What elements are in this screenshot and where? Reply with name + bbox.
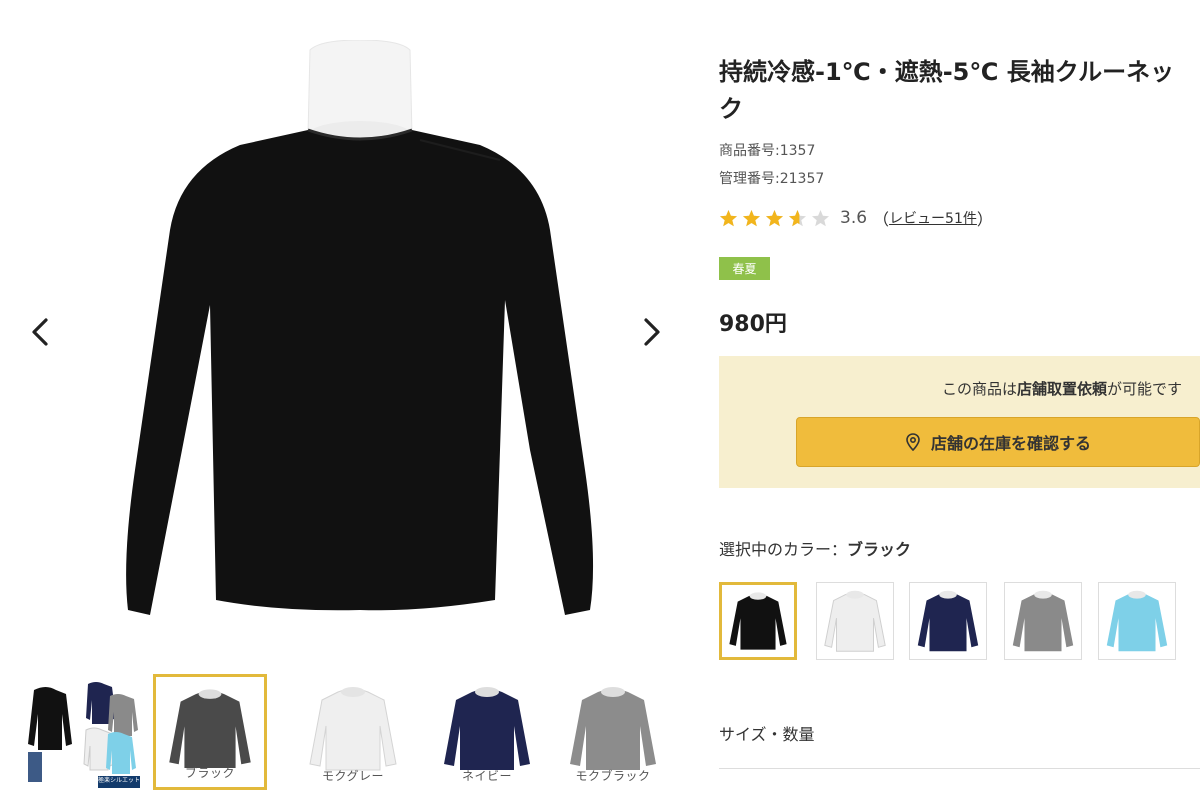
map-pin-icon (906, 433, 920, 451)
main-product-image[interactable] (120, 40, 600, 630)
color-swatches (719, 582, 1200, 662)
swatch-shirt-image (1106, 590, 1168, 652)
selected-color-value: ブラック (847, 540, 912, 559)
thumbnail-label: モクブラック (575, 769, 651, 783)
product-gallery: 極楽シルエット ブラック モクグレー ネイビー モクブラック (0, 0, 690, 799)
color-swatch-3[interactable] (909, 582, 987, 660)
thumbnail-label: ネイビー (461, 769, 512, 783)
rating-paren-open: （ (873, 210, 890, 229)
management-code: 管理番号:21357 (719, 171, 825, 187)
star-icon (766, 209, 783, 226)
color-swatch-5[interactable] (1098, 582, 1176, 660)
star-icon (720, 209, 737, 226)
thumbnail-navy[interactable]: ネイビー (430, 674, 544, 790)
store-note-bold: 店舗取置依頼 (1016, 380, 1107, 398)
selected-color-prefix: 選択中のカラー： (719, 540, 848, 559)
thumbnail-black[interactable]: ブラック (153, 674, 267, 790)
prev-image-button[interactable] (20, 312, 60, 352)
store-note-prefix: この商品は (941, 380, 1017, 398)
color-swatch-1[interactable] (719, 582, 797, 660)
check-store-stock-label: 店舗の在庫を確認する (930, 434, 1091, 453)
color-swatch-2[interactable] (816, 582, 894, 660)
rating-score: 3.6 (840, 208, 868, 228)
rating-row: 3.6 （ レビュー51件 ） (719, 206, 993, 230)
check-store-stock-button[interactable]: 店舗の在庫を確認する (796, 417, 1200, 467)
star-icon (812, 209, 829, 226)
thumbnail-strip: 極楽シルエット ブラック モクグレー ネイビー モクブラック (26, 674, 690, 794)
product-info: 持続冷感-1℃・遮熱-5℃ 長袖クルーネック 商品番号:1357 管理番号:21… (719, 0, 1200, 799)
thumbnail-collage[interactable]: 極楽シルエット (26, 674, 140, 790)
product-code: 商品番号:1357 (719, 143, 816, 159)
color-swatch-4[interactable] (1004, 582, 1082, 660)
season-badge: 春夏 (719, 257, 770, 280)
review-count-link[interactable]: レビュー51件 (889, 208, 977, 228)
chevron-left-icon (32, 318, 48, 346)
thumbnail-moku-black[interactable]: モクブラック (556, 674, 670, 790)
collage-badge: 極楽シルエット (98, 777, 140, 784)
star-icon (743, 209, 760, 226)
swatch-shirt-image (1012, 590, 1074, 652)
price: 980円 (719, 312, 787, 337)
selected-color-label: 選択中のカラー：ブラック (719, 536, 911, 560)
shirt-image (126, 40, 594, 615)
store-note-suffix: が可能です (1106, 380, 1182, 398)
thumbnail-label: モクグレー (321, 769, 385, 783)
next-image-button[interactable] (632, 312, 672, 352)
swatch-shirt-image (824, 590, 886, 652)
star-icon (789, 209, 806, 226)
store-note: この商品は店舗取置依頼が可能です (942, 378, 1182, 399)
thumbnail-label: ブラック (184, 766, 235, 780)
divider (719, 768, 1200, 769)
swatch-shirt-image (729, 592, 787, 650)
collage-image (28, 682, 140, 788)
store-pickup-box: この商品は店舗取置依頼が可能です 店舗の在庫を確認する (719, 356, 1200, 488)
chevron-right-icon (644, 318, 660, 346)
product-title: 持続冷感-1℃・遮熱-5℃ 長袖クルーネック (719, 58, 1175, 123)
size-quantity-heading: サイズ・数量 (719, 725, 815, 744)
rating-stars (719, 209, 834, 228)
swatch-shirt-image (917, 590, 979, 652)
rating-paren-close: ） (976, 210, 993, 229)
thumbnail-moku-gray[interactable]: モクグレー (296, 674, 410, 790)
